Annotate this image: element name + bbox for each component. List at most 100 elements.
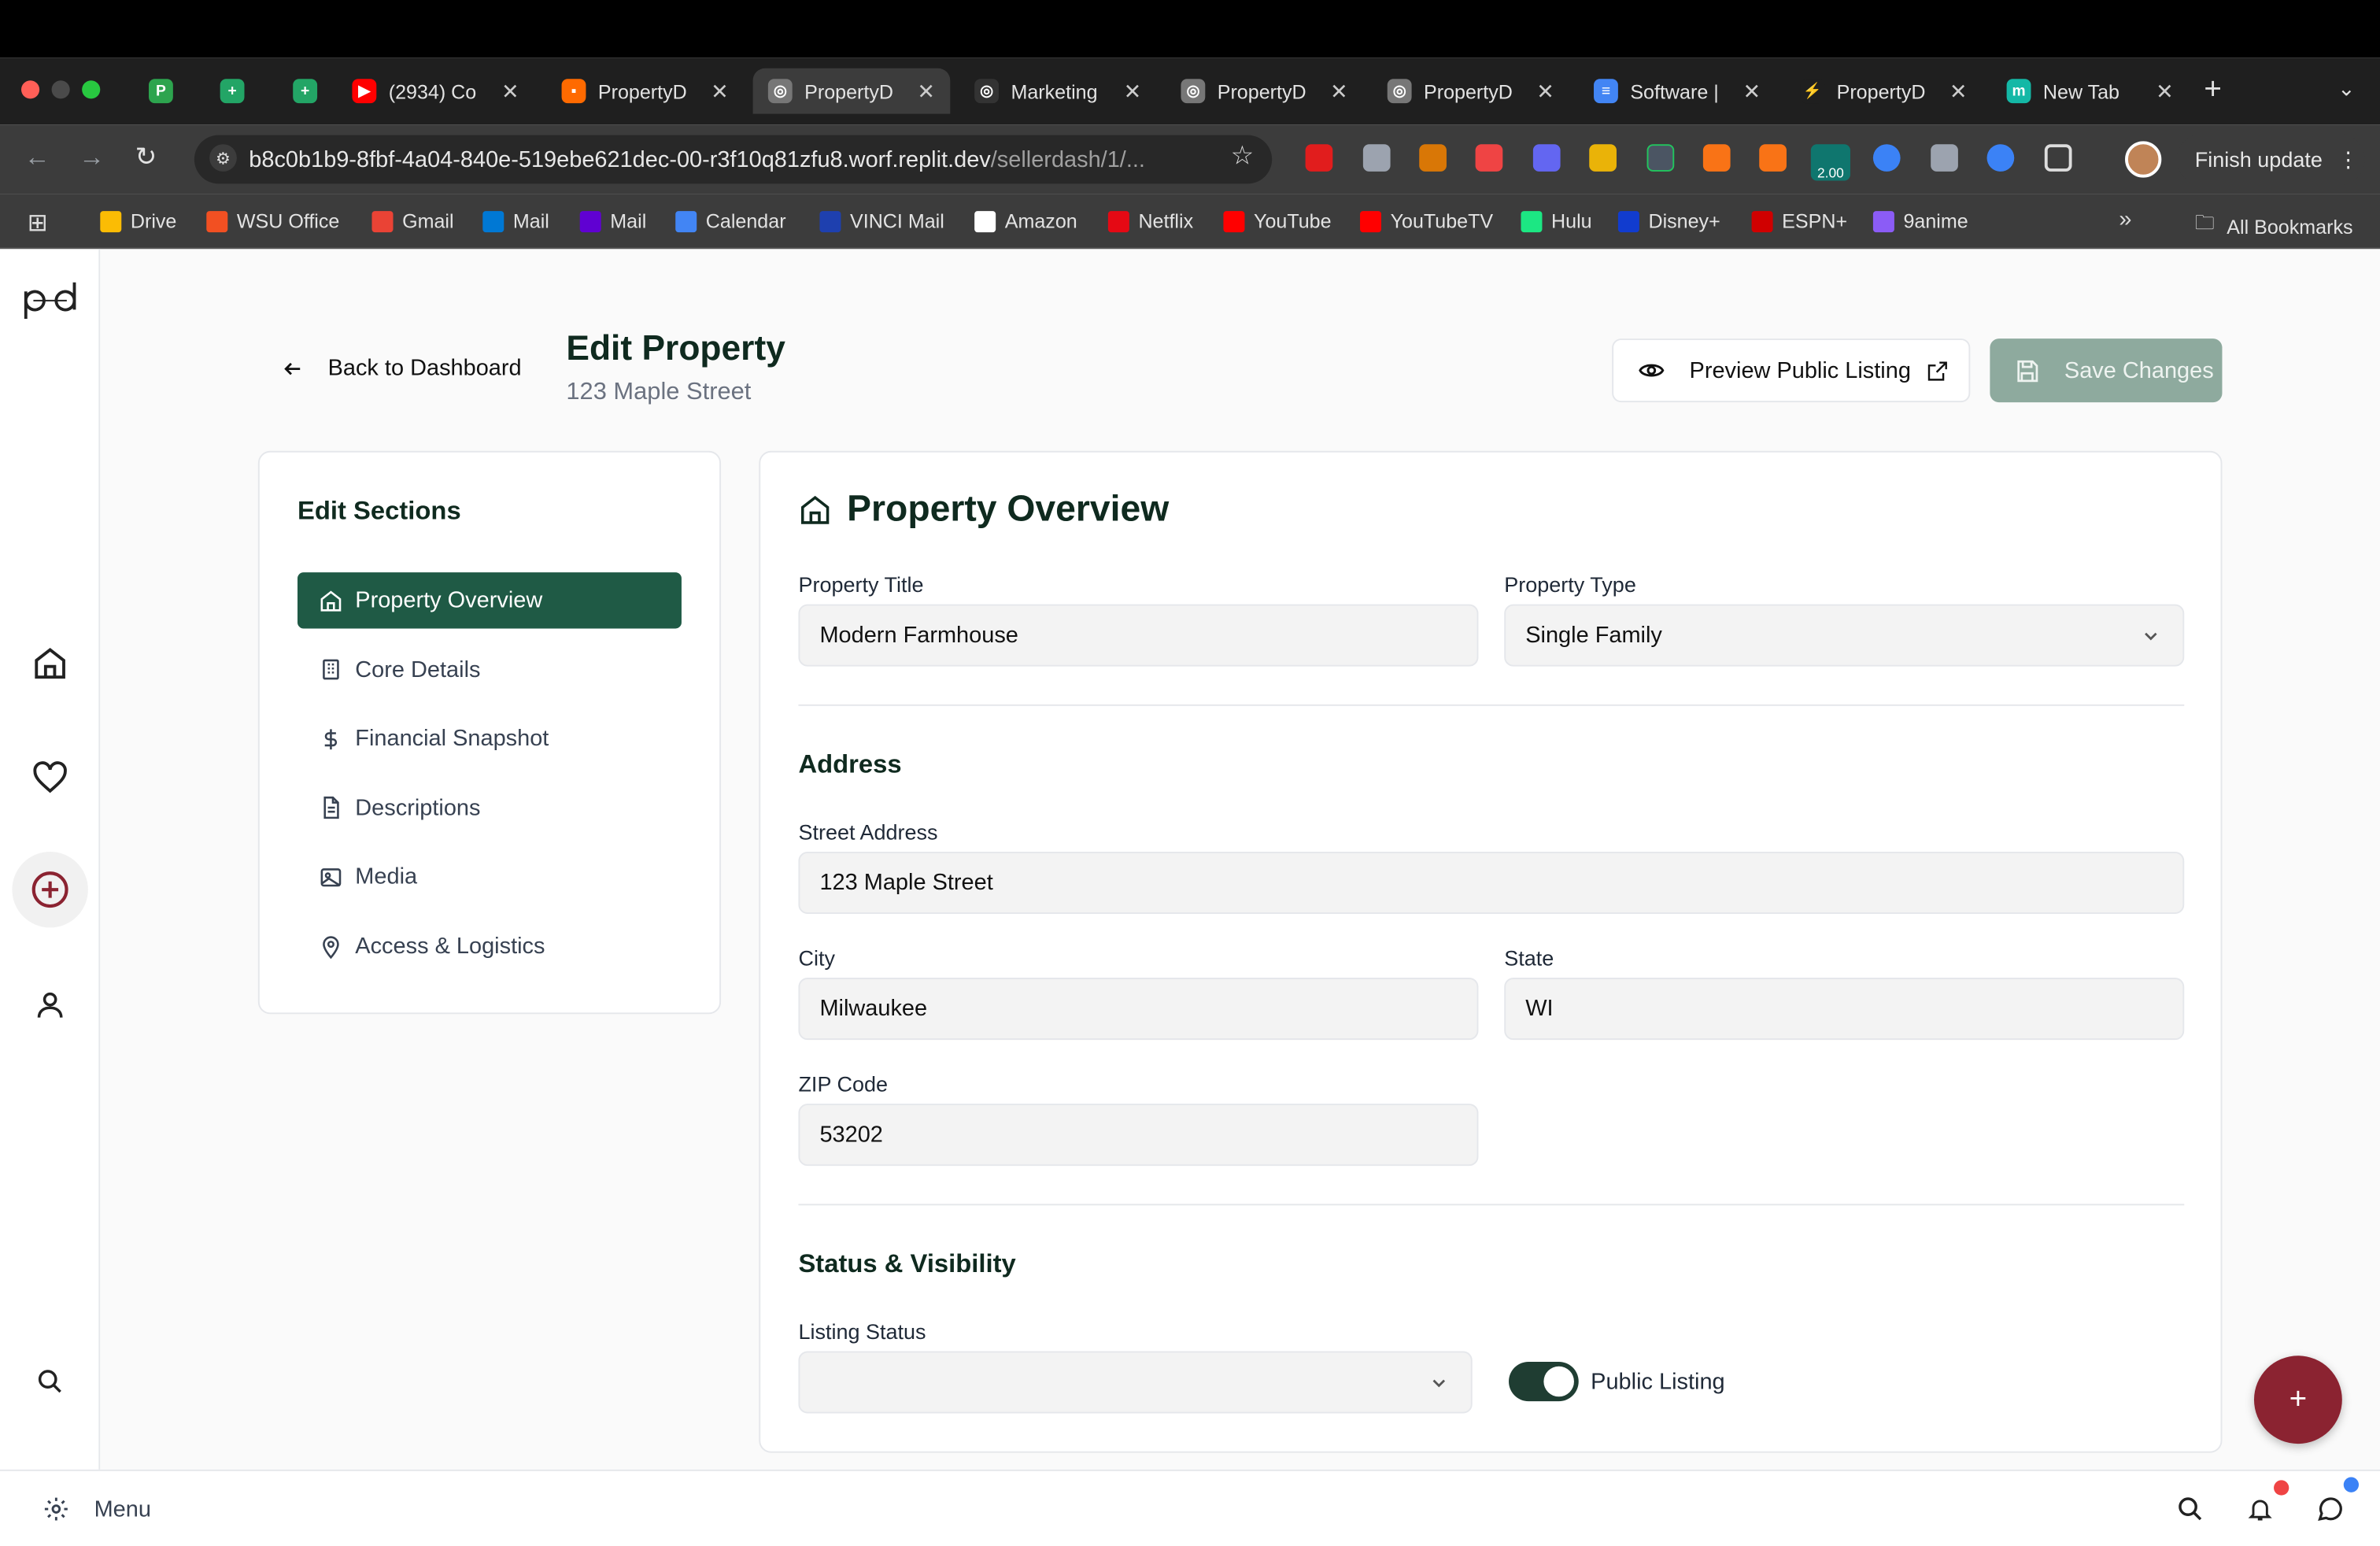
browser-tab[interactable]: m New Tab ✕: [1991, 68, 2189, 114]
city-label: City: [798, 945, 835, 971]
extension-icon[interactable]: [1986, 144, 2015, 172]
zip-code-input[interactable]: 53202: [798, 1104, 1479, 1167]
close-tab-icon[interactable]: ✕: [501, 78, 519, 104]
save-changes-button[interactable]: Save Changes: [1990, 338, 2223, 403]
public-listing-toggle[interactable]: [1509, 1361, 1579, 1402]
close-tab-icon[interactable]: ✕: [1330, 78, 1348, 104]
section-nav-item[interactable]: Financial Snapshot: [298, 711, 682, 767]
chat-icon[interactable]: [2315, 1494, 2345, 1532]
extension-icon[interactable]: [1646, 144, 1675, 172]
heart-icon[interactable]: [31, 757, 70, 797]
state-input[interactable]: WI: [1504, 978, 2185, 1041]
close-tab-icon[interactable]: ✕: [2156, 78, 2174, 104]
maximize-window-button[interactable]: [82, 80, 101, 99]
city-input[interactable]: Milwaukee: [798, 978, 1479, 1041]
browser-tab[interactable]: ⚡ PropertyD ✕: [1785, 68, 1983, 114]
browser-tab[interactable]: ◎ PropertyD ✕: [752, 68, 951, 114]
add-listing-icon[interactable]: [12, 851, 88, 928]
extension-icon[interactable]: [1589, 144, 1617, 172]
minimize-window-button[interactable]: [51, 80, 70, 99]
bookmark-item[interactable]: Disney+: [1617, 209, 1720, 232]
bookmark-star-icon[interactable]: ☆: [1231, 141, 1254, 172]
bookmark-item[interactable]: Drive: [100, 209, 176, 232]
browser-tab[interactable]: ◎ PropertyD ✕: [1166, 68, 1363, 114]
bookmark-item[interactable]: Gmail: [371, 209, 454, 232]
finish-update-label: Finish update: [2194, 147, 2323, 172]
browser-tab[interactable]: P: [134, 68, 191, 114]
home-icon[interactable]: [31, 644, 70, 683]
save-label: Save Changes: [2064, 357, 2214, 383]
bookmark-item[interactable]: Amazon: [974, 209, 1077, 232]
section-nav-item[interactable]: Media: [298, 849, 682, 905]
bookmark-favicon-icon: [371, 210, 394, 232]
search-icon[interactable]: [31, 1362, 70, 1401]
browser-tab[interactable]: +: [278, 68, 335, 114]
extension-icon[interactable]: [1702, 144, 1731, 172]
bookmark-item[interactable]: 9anime: [1872, 209, 1968, 232]
finish-update-button[interactable]: Finish update ⋮: [2176, 133, 2365, 186]
listing-status-select[interactable]: [798, 1351, 1473, 1414]
close-window-button[interactable]: [21, 80, 40, 99]
extension-icon[interactable]: [1362, 144, 1391, 172]
bookmark-item[interactable]: Netflix: [1107, 209, 1193, 232]
browser-tab[interactable]: ◎ PropertyD ✕: [1372, 68, 1569, 114]
section-nav-item[interactable]: Descriptions: [298, 780, 682, 836]
bookmark-item[interactable]: Hulu: [1521, 209, 1592, 232]
user-icon[interactable]: [31, 986, 70, 1025]
browser-tab[interactable]: ▶ (2934) Co ✕: [337, 68, 534, 114]
more-bookmarks-icon[interactable]: »: [2119, 206, 2131, 232]
search-icon[interactable]: [2177, 1496, 2204, 1530]
close-tab-icon[interactable]: ✕: [1949, 78, 1968, 104]
browser-tab[interactable]: ▪ PropertyD ✕: [546, 68, 744, 114]
extension-icon[interactable]: [1305, 144, 1333, 172]
reload-icon[interactable]: ↻: [135, 142, 157, 173]
extension-icon[interactable]: [1759, 144, 1787, 172]
extension-icon[interactable]: [1931, 144, 1958, 172]
extensions-puzzle-icon[interactable]: [2044, 144, 2072, 172]
bookmark-item[interactable]: VINCI Mail: [819, 209, 944, 232]
section-nav-item[interactable]: Core Details: [298, 642, 682, 697]
extension-icon[interactable]: [1872, 144, 1901, 172]
new-tab-button[interactable]: +: [2204, 73, 2222, 108]
close-tab-icon[interactable]: ✕: [1743, 78, 1761, 104]
address-bar[interactable]: ⚙ b8c0b1b9-8fbf-4a04-840e-519ebe621dec-0…: [194, 135, 1273, 184]
mac-menubar: [0, 0, 2380, 58]
floating-add-button[interactable]: +: [2253, 1356, 2342, 1444]
apps-grid-icon[interactable]: ⊞: [28, 208, 48, 239]
bookmark-item[interactable]: Mail: [579, 209, 646, 232]
app-logo[interactable]: [21, 279, 79, 330]
bookmark-item[interactable]: Mail: [482, 209, 549, 232]
section-nav-item[interactable]: Access & Logistics: [298, 919, 682, 975]
close-tab-icon[interactable]: ✕: [1536, 78, 1554, 104]
browser-tab[interactable]: +: [205, 68, 262, 114]
browser-tab[interactable]: ◎ Marketing ✕: [959, 68, 1157, 114]
property-title-input[interactable]: Modern Farmhouse: [798, 604, 1479, 667]
extension-badge[interactable]: 2.00: [1810, 144, 1850, 181]
preview-public-listing-button[interactable]: Preview Public Listing: [1612, 338, 1971, 403]
profile-avatar[interactable]: [2125, 141, 2162, 178]
back-to-dashboard-link[interactable]: Back to Dashboard: [283, 355, 522, 381]
bookmark-item[interactable]: WSU Office: [206, 209, 339, 232]
close-tab-icon[interactable]: ✕: [1124, 78, 1142, 104]
extension-icon[interactable]: [1419, 144, 1447, 172]
bookmark-item[interactable]: ESPN+: [1751, 209, 1847, 232]
property-type-select[interactable]: Single Family: [1504, 604, 2185, 667]
site-info-icon[interactable]: ⚙: [209, 144, 237, 172]
street-address-input[interactable]: 123 Maple Street: [798, 851, 2185, 915]
section-nav-item[interactable]: Property Overview: [298, 572, 682, 629]
browser-tab[interactable]: ≡ Software | ✕: [1579, 68, 1776, 114]
forward-arrow-icon[interactable]: →: [79, 142, 105, 173]
all-bookmarks[interactable]: 🗀 All Bookmarks: [2195, 209, 2353, 242]
tab-search-chevron-icon[interactable]: ⌄: [2338, 76, 2356, 102]
bell-icon[interactable]: [2246, 1494, 2274, 1532]
bookmark-item[interactable]: Calendar: [675, 209, 786, 232]
extension-icon[interactable]: [1475, 144, 1503, 172]
bookmark-item[interactable]: YouTubeTV: [1360, 209, 1493, 232]
extension-icon[interactable]: [1532, 144, 1561, 172]
bookmark-item[interactable]: YouTube: [1223, 209, 1332, 232]
close-tab-icon[interactable]: ✕: [711, 78, 729, 104]
back-arrow-icon[interactable]: ←: [24, 142, 50, 173]
close-tab-icon[interactable]: ✕: [917, 78, 935, 104]
menu-button[interactable]: Menu: [42, 1496, 151, 1523]
address-heading: Address: [798, 749, 902, 779]
